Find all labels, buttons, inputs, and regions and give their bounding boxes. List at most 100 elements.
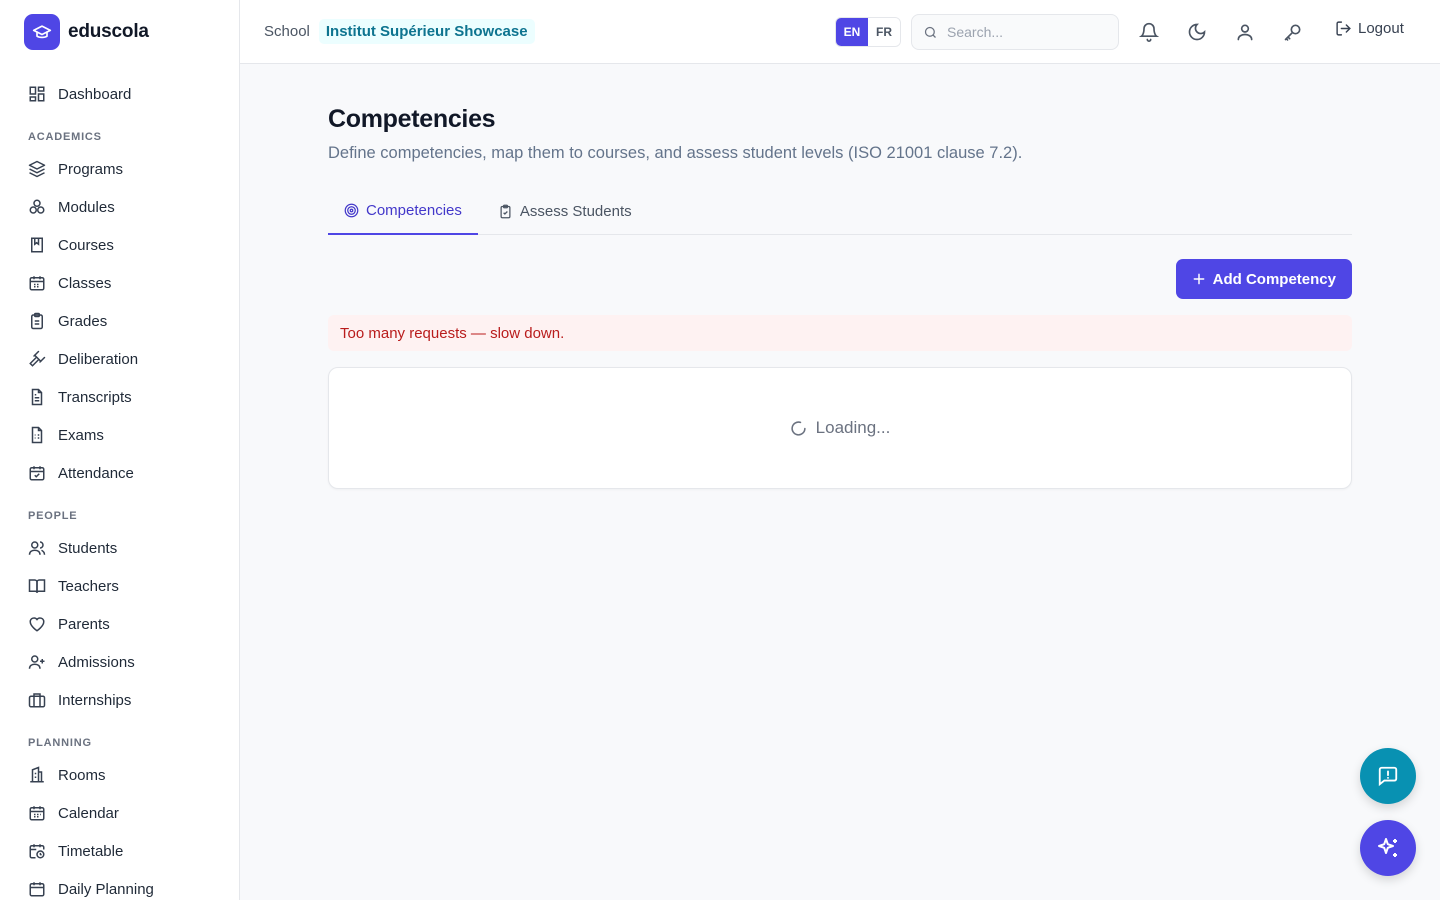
sidebar-item-label: Transcripts <box>58 388 132 406</box>
sidebar-item-modules[interactable]: Modules <box>0 188 239 226</box>
sidebar-item-label: Dashboard <box>58 85 132 103</box>
sidebar-item-grades[interactable]: Grades <box>0 302 239 340</box>
page-subtitle: Define competencies, map them to courses… <box>328 144 1023 162</box>
sidebar-item-label: Teachers <box>58 577 119 595</box>
school-name-badge[interactable]: Institut Supérieur Showcase <box>318 19 535 44</box>
key-icon[interactable] <box>1283 22 1303 42</box>
sidebar-nav: Dashboard ACADEMICS Programs Modules Cou… <box>0 64 239 900</box>
spinner-icon <box>791 420 806 436</box>
sidebar-item-exams[interactable]: Exams <box>0 416 239 454</box>
calendar-clock-icon <box>29 844 45 859</box>
file-text-icon <box>31 388 43 406</box>
search-input[interactable] <box>947 24 1107 40</box>
target-icon <box>344 203 359 217</box>
school-label: School <box>264 23 310 40</box>
toolbar: Add Competency <box>328 259 1352 299</box>
user-plus-icon <box>28 655 45 669</box>
book-open-icon <box>28 579 46 593</box>
sidebar-item-label: Rooms <box>58 766 106 784</box>
sidebar-item-label: Daily Planning <box>58 880 154 898</box>
sidebar-item-deliberation[interactable]: Deliberation <box>0 340 239 378</box>
briefcase-icon <box>28 693 46 708</box>
plus-icon <box>1193 273 1205 285</box>
sidebar-item-timetable[interactable]: Timetable <box>0 832 239 870</box>
layout-grid-icon <box>29 86 45 102</box>
sidebar-item-dashboard[interactable]: Dashboard <box>0 75 239 113</box>
bell-icon[interactable] <box>1139 22 1159 42</box>
loading-text: Loading... <box>815 418 891 437</box>
sidebar-item-admissions[interactable]: Admissions <box>0 643 239 681</box>
lang-en-button[interactable]: EN <box>836 18 868 46</box>
brand-name: eduscola <box>68 21 149 42</box>
top-header: School Institut Supérieur Showcase EN FR… <box>240 0 1440 64</box>
sidebar-item-label: Admissions <box>58 653 135 671</box>
sidebar-item-label: Courses <box>58 236 114 254</box>
sidebar-item-label: Exams <box>58 426 104 444</box>
sidebar-item-label: Programs <box>58 160 124 178</box>
sidebar-item-internships[interactable]: Internships <box>0 681 239 719</box>
book-icon <box>31 237 43 253</box>
heart-icon <box>29 617 45 632</box>
tabs: Competencies Assess Students <box>328 187 1352 235</box>
sidebar: eduscola Dashboard ACADEMICS Programs Mo… <box>0 0 240 900</box>
logout-button[interactable]: Logout <box>1335 20 1404 37</box>
sidebar-item-label: Calendar <box>58 804 119 822</box>
tab-label: Assess Students <box>519 202 632 220</box>
calendar-check-icon <box>29 466 45 481</box>
error-alert: Too many requests — slow down. <box>328 315 1352 351</box>
calendar-icon <box>29 276 45 291</box>
page-title: Competencies <box>328 105 496 133</box>
sidebar-item-teachers[interactable]: Teachers <box>0 567 239 605</box>
graduation-cap-icon <box>24 14 60 50</box>
calendar-icon <box>29 806 45 821</box>
sidebar-item-daily-planning[interactable]: Daily Planning <box>0 870 239 900</box>
brand[interactable]: eduscola <box>0 0 239 64</box>
ai-assistant-button[interactable] <box>1360 820 1416 876</box>
sidebar-item-programs[interactable]: Programs <box>0 150 239 188</box>
sidebar-item-label: Deliberation <box>58 350 139 368</box>
add-competency-label: Add Competency <box>1212 270 1336 288</box>
sidebar-item-students[interactable]: Students <box>0 529 239 567</box>
lang-fr-button[interactable]: FR <box>868 18 900 46</box>
sidebar-item-calendar[interactable]: Calendar <box>0 794 239 832</box>
search-box[interactable] <box>911 14 1119 50</box>
user-icon[interactable] <box>1235 22 1255 42</box>
logout-icon <box>1336 21 1351 36</box>
add-competency-button[interactable]: Add Competency <box>1175 259 1352 299</box>
sidebar-item-label: Timetable <box>58 842 124 860</box>
calendar-icon <box>29 882 45 897</box>
building-icon <box>30 766 44 783</box>
file-list-icon <box>31 426 43 444</box>
sidebar-item-label: Attendance <box>58 464 134 482</box>
competencies-card: Loading... <box>328 367 1352 489</box>
section-academics: ACADEMICS <box>28 131 102 143</box>
sidebar-item-classes[interactable]: Classes <box>0 264 239 302</box>
feedback-chat-button[interactable] <box>1360 748 1416 804</box>
search-icon <box>924 26 936 38</box>
sidebar-item-courses[interactable]: Courses <box>0 226 239 264</box>
clipboard-icon <box>31 312 43 330</box>
logout-label: Logout <box>1358 20 1404 37</box>
language-switcher: EN FR <box>835 17 901 47</box>
sparkles-icon <box>1378 838 1397 857</box>
section-people: PEOPLE <box>28 510 78 522</box>
message-alert-icon <box>1378 766 1398 787</box>
users-icon <box>28 541 46 555</box>
layers-icon <box>28 160 46 178</box>
sidebar-item-attendance[interactable]: Attendance <box>0 454 239 492</box>
sidebar-item-label: Internships <box>58 691 132 709</box>
sidebar-item-label: Students <box>58 539 118 557</box>
sidebar-item-rooms[interactable]: Rooms <box>0 756 239 794</box>
loading-indicator: Loading... <box>790 418 891 438</box>
sidebar-item-parents[interactable]: Parents <box>0 605 239 643</box>
tab-competencies[interactable]: Competencies <box>328 187 478 235</box>
gavel-icon <box>29 350 46 367</box>
sidebar-item-label: Classes <box>58 274 112 292</box>
sidebar-item-transcripts[interactable]: Transcripts <box>0 378 239 416</box>
tab-label: Competencies <box>366 201 462 219</box>
moon-icon[interactable] <box>1187 22 1207 42</box>
section-planning: PLANNING <box>28 737 92 749</box>
main-content: Competencies Define competencies, map th… <box>328 64 1352 489</box>
tab-assess-students[interactable]: Assess Students <box>482 187 648 235</box>
sidebar-item-label: Modules <box>58 198 115 216</box>
